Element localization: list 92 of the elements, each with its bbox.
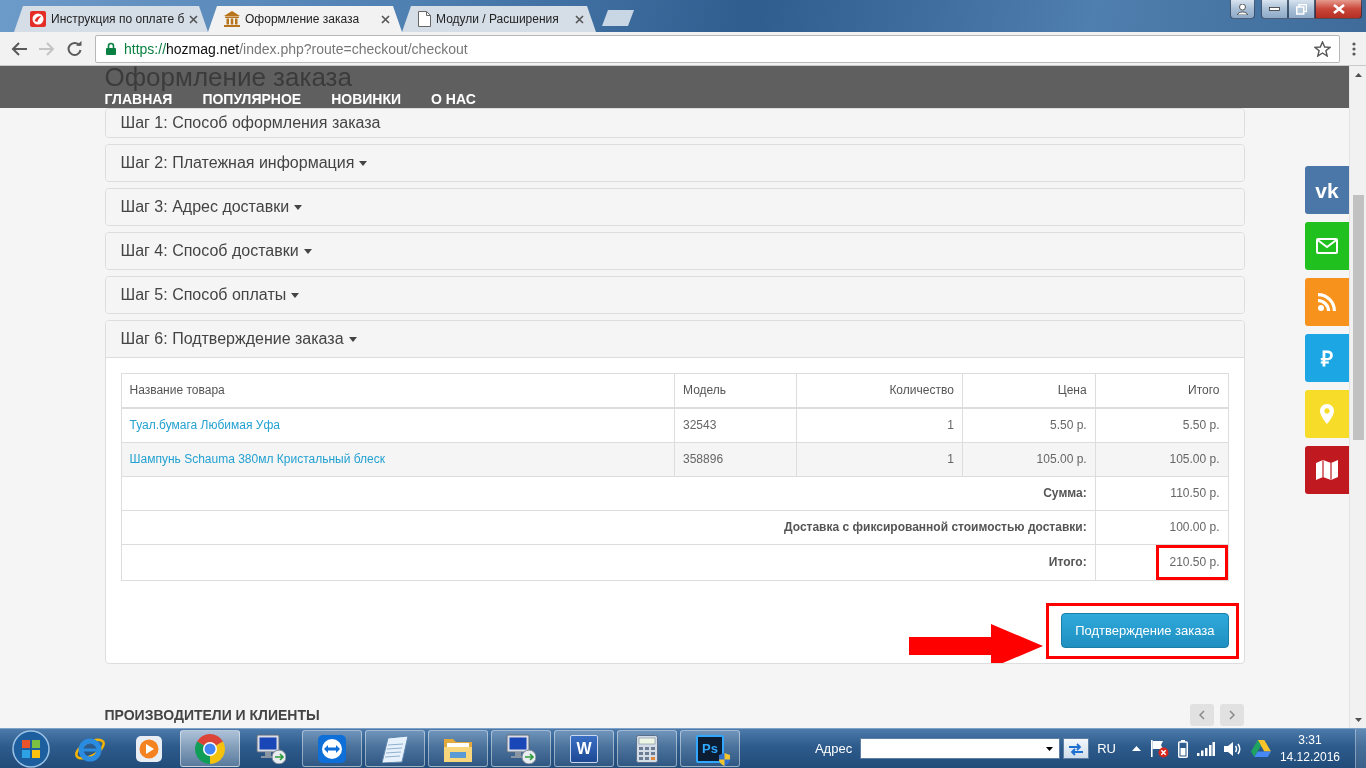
browser-tab[interactable]: Оформление заказа bbox=[208, 6, 402, 32]
close-icon[interactable] bbox=[575, 14, 584, 24]
menu-icon[interactable] bbox=[1352, 41, 1356, 56]
monitor-icon bbox=[256, 733, 286, 764]
scroll-up-icon[interactable] bbox=[1354, 72, 1362, 77]
address-field[interactable] bbox=[860, 738, 1061, 759]
close-icon[interactable] bbox=[381, 14, 390, 24]
battery-icon[interactable] bbox=[1177, 739, 1188, 758]
close-icon bbox=[1332, 4, 1345, 14]
swirl-logo-icon bbox=[30, 11, 46, 27]
table-cell: 32543 bbox=[674, 408, 797, 443]
profile-button[interactable] bbox=[1230, 0, 1255, 19]
speaker-icon[interactable] bbox=[1223, 740, 1242, 757]
url-text: https://hozmag.net/index.php?route=checkout/checkout bbox=[124, 40, 469, 57]
map-button[interactable] bbox=[1305, 446, 1349, 494]
triangle-logo-icon[interactable] bbox=[1250, 740, 1271, 757]
signal-icon[interactable] bbox=[1196, 741, 1215, 756]
taskbar-button[interactable] bbox=[302, 730, 362, 767]
total-value: 100.00 р. bbox=[1168, 519, 1221, 536]
person-icon bbox=[1237, 3, 1248, 15]
taskbar-button[interactable]: W bbox=[554, 730, 614, 767]
step-heading[interactable]: Шаг 5: Способ оплаты bbox=[105, 277, 1244, 313]
calculator-icon bbox=[636, 734, 658, 763]
show-desktop-button[interactable] bbox=[1355, 728, 1366, 768]
shield-icon bbox=[719, 752, 730, 766]
taskbar-button[interactable] bbox=[617, 730, 677, 767]
nav-link[interactable]: ГЛАВНАЯ bbox=[104, 91, 173, 107]
language-indicator[interactable]: RU bbox=[1097, 741, 1116, 756]
folded-map-icon bbox=[1316, 460, 1338, 480]
highlighted-total-value: 210.50 р. bbox=[1156, 545, 1228, 580]
minimize-button[interactable] bbox=[1261, 0, 1288, 19]
total-value: 110.50 р. bbox=[1169, 485, 1221, 502]
table-cell: 5.50 р. bbox=[1095, 408, 1228, 443]
flag-error-icon[interactable] bbox=[1149, 739, 1169, 758]
address-toolbar-label: Адрес bbox=[814, 741, 853, 756]
page-icon bbox=[418, 11, 431, 27]
step-heading[interactable]: Шаг 1: Способ оформления заказа bbox=[105, 109, 1244, 137]
step-heading[interactable]: Шаг 2: Платежная информация bbox=[105, 145, 1244, 181]
notepad-icon bbox=[382, 734, 408, 763]
monitor-icon bbox=[506, 733, 536, 764]
taskbar-button[interactable] bbox=[491, 730, 551, 767]
map-pin-icon bbox=[1320, 404, 1334, 424]
reload-icon[interactable] bbox=[67, 41, 82, 56]
chevron-left-icon bbox=[1198, 710, 1205, 720]
play-icon bbox=[136, 735, 162, 762]
nav-link[interactable]: НОВИНКИ bbox=[331, 91, 402, 107]
scroll-down-icon[interactable] bbox=[1354, 717, 1362, 722]
close-icon[interactable] bbox=[189, 14, 199, 24]
minimize-icon bbox=[1269, 7, 1280, 11]
taskbar-button[interactable] bbox=[180, 730, 240, 767]
scrollbar[interactable] bbox=[1349, 66, 1366, 728]
chevron-right-icon bbox=[1228, 710, 1235, 720]
total-label: Сумма: bbox=[121, 476, 1096, 511]
total-label: Доставка с фиксированной стоимостью доставки: bbox=[121, 510, 1096, 545]
vk-button[interactable]: vk bbox=[1305, 166, 1349, 214]
browser-tab[interactable]: Модули / Расширения bbox=[402, 6, 596, 32]
columns-icon bbox=[224, 11, 240, 27]
step-heading[interactable]: Шаг 4: Способ доставки bbox=[105, 233, 1244, 269]
table-cell: 105.00 р. bbox=[1095, 442, 1228, 477]
table-cell: 358896 bbox=[674, 442, 797, 477]
table-cell: 1 bbox=[796, 442, 963, 477]
restore-icon bbox=[1296, 3, 1307, 15]
back-icon[interactable] bbox=[11, 41, 27, 56]
section-heading: ПРОИЗВОДИТЕЛИ И КЛИЕНТЫ bbox=[104, 706, 320, 725]
go-button[interactable] bbox=[1063, 738, 1090, 759]
total-label: Итого: bbox=[121, 544, 1096, 581]
rss-icon bbox=[1318, 293, 1336, 311]
taskbar-button[interactable]: Ps bbox=[680, 730, 740, 767]
taskbar-button[interactable] bbox=[428, 730, 488, 767]
table-cell: 105.00 р. bbox=[962, 442, 1096, 477]
new-tab-button[interactable] bbox=[602, 10, 634, 26]
table-cell: 1 bbox=[796, 408, 963, 443]
clock[interactable]: 3:31 14.12.2016 bbox=[1279, 731, 1340, 766]
scroll-thumb[interactable] bbox=[1352, 195, 1364, 440]
dropdown-arrow-icon[interactable] bbox=[1046, 746, 1054, 751]
table-cell: 5.50 р. bbox=[962, 408, 1096, 443]
envelope-icon bbox=[1316, 238, 1338, 254]
step-heading[interactable]: Шаг 6: Подтверждение заказа bbox=[105, 321, 1244, 358]
lock-icon bbox=[106, 42, 116, 55]
star-icon[interactable] bbox=[1314, 40, 1331, 57]
four-squares-orb-icon bbox=[12, 729, 50, 768]
restore-button[interactable] bbox=[1288, 0, 1315, 19]
swap-arrows-icon bbox=[1068, 741, 1085, 756]
color-wheel-icon bbox=[195, 733, 225, 764]
browser-tab[interactable]: Инструкция по оплате б bbox=[14, 6, 208, 32]
address-bar[interactable]: https://hozmag.net/index.php?route=checkout/checkout bbox=[95, 34, 1340, 63]
taskbar-button[interactable] bbox=[365, 730, 425, 767]
step-heading[interactable]: Шаг 3: Адрес доставки bbox=[105, 189, 1244, 225]
close-button[interactable] bbox=[1315, 0, 1362, 19]
arrow-up-icon[interactable] bbox=[1131, 746, 1141, 751]
nav-link[interactable]: ПОПУЛЯРНОЕ bbox=[202, 91, 302, 107]
nav-link[interactable]: О НАС bbox=[431, 91, 476, 107]
